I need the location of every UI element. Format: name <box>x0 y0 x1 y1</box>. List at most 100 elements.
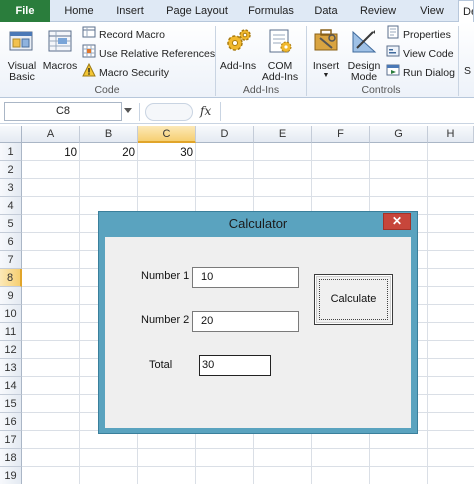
macro-security-label: Macro Security <box>99 66 170 79</box>
row-header-9[interactable]: 9 <box>0 287 22 305</box>
insert-function-icon[interactable]: fx <box>200 104 211 118</box>
tab-review[interactable]: Review <box>352 0 404 22</box>
row-gridline <box>22 178 474 179</box>
add-ins-group-label: Add-Ins <box>242 84 280 96</box>
row-header-17[interactable]: 17 <box>0 431 22 449</box>
ribbon-overflow-item[interactable]: S <box>464 62 471 80</box>
use-relative-references-button[interactable]: Use Relative References <box>82 44 215 62</box>
calculator-dialog: Calculator ✕ Number 1 10 Number 2 20 Tot… <box>98 211 418 434</box>
view-code-icon <box>386 44 400 64</box>
row-header-6[interactable]: 6 <box>0 233 22 251</box>
formula-bar-expander[interactable] <box>145 103 193 121</box>
view-code-button[interactable]: View Code <box>386 44 454 62</box>
row-header-14[interactable]: 14 <box>0 377 22 395</box>
column-header-f[interactable]: F <box>312 126 370 143</box>
row-header-1[interactable]: 1 <box>0 143 22 161</box>
design-mode-label: Design Mode <box>347 60 381 83</box>
tab-home[interactable]: Home <box>56 0 102 22</box>
visual-basic-icon <box>4 26 40 59</box>
properties-button[interactable]: Properties <box>386 25 451 43</box>
tab-insert[interactable]: Insert <box>106 0 154 22</box>
row-header-18[interactable]: 18 <box>0 449 22 467</box>
ribbon-separator <box>458 26 459 96</box>
row-gridline <box>22 196 474 197</box>
ribbon-tab-bar: File Home Insert Page Layout Formulas Da… <box>0 0 474 23</box>
com-add-ins-icon <box>260 26 300 59</box>
warning-icon <box>82 62 96 83</box>
cell-a1[interactable]: 10 <box>22 144 80 162</box>
column-gridline <box>427 143 428 484</box>
row-header-12[interactable]: 12 <box>0 341 22 359</box>
controls-group-label: Controls <box>361 84 401 96</box>
column-header-c[interactable]: C <box>138 126 196 143</box>
tab-file[interactable]: File <box>0 0 50 22</box>
row-header-2[interactable]: 2 <box>0 161 22 179</box>
view-code-label: View Code <box>403 47 454 60</box>
insert-control-label: Insert <box>312 60 340 72</box>
row-header-4[interactable]: 4 <box>0 197 22 215</box>
column-header-d[interactable]: D <box>196 126 254 143</box>
column-header-h[interactable]: H <box>428 126 474 143</box>
macros-icon <box>42 26 78 59</box>
number1-input[interactable]: 10 <box>192 267 299 288</box>
insert-control-button[interactable]: Insert ▼ <box>308 26 344 80</box>
number1-label: Number 1 <box>141 270 190 282</box>
tab-view[interactable]: View <box>410 0 454 22</box>
row-gridline <box>22 466 474 467</box>
column-header-e[interactable]: E <box>254 126 312 143</box>
gear-icon <box>218 26 258 59</box>
visual-basic-button[interactable]: Visual Basic <box>4 26 40 83</box>
number2-label: Number 2 <box>141 314 190 326</box>
record-macro-button[interactable]: Record Macro <box>82 25 165 43</box>
row-header-3[interactable]: 3 <box>0 179 22 197</box>
macro-security-button[interactable]: Macro Security <box>82 62 170 83</box>
row-header-15[interactable]: 15 <box>0 395 22 413</box>
tab-developer[interactable]: Developer <box>458 0 474 23</box>
formula-input[interactable] <box>220 102 474 121</box>
visual-basic-label: Visual Basic <box>7 60 37 83</box>
run-dialog-label: Run Dialog <box>403 66 455 79</box>
row-gridline <box>22 448 474 449</box>
column-header-g[interactable]: G <box>370 126 428 143</box>
chevron-down-icon[interactable] <box>124 108 132 113</box>
toolbox-icon <box>308 26 344 59</box>
close-icon: ✕ <box>391 214 403 228</box>
row-header-5[interactable]: 5 <box>0 215 22 233</box>
number2-input[interactable]: 20 <box>192 311 299 332</box>
cell-b1[interactable]: 20 <box>80 144 138 162</box>
column-header-a[interactable]: A <box>22 126 80 143</box>
run-dialog-icon <box>386 63 400 83</box>
com-add-ins-label: COM Add-Ins <box>261 60 299 83</box>
design-mode-button[interactable]: Design Mode <box>346 26 382 83</box>
calculate-button[interactable]: Calculate <box>314 274 393 325</box>
design-mode-icon <box>346 26 382 59</box>
chevron-down-icon: ▼ <box>322 72 330 79</box>
add-ins-button[interactable]: Add-Ins <box>218 26 258 72</box>
column-gridline <box>79 143 80 484</box>
macros-label: Macros <box>42 60 78 72</box>
row-header-11[interactable]: 11 <box>0 323 22 341</box>
select-all-corner[interactable] <box>0 126 22 143</box>
tab-page-layout[interactable]: Page Layout <box>160 0 234 22</box>
close-button[interactable]: ✕ <box>383 213 411 230</box>
macros-button[interactable]: Macros <box>42 26 78 72</box>
dialog-body: Number 1 10 Number 2 20 Total 30 Calcula… <box>105 237 411 428</box>
total-output[interactable]: 30 <box>199 355 271 376</box>
cell-c1[interactable]: 30 <box>138 144 196 162</box>
com-add-ins-button[interactable]: COM Add-Ins <box>260 26 300 83</box>
name-box[interactable]: C8 <box>4 102 122 121</box>
tab-data[interactable]: Data <box>306 0 346 22</box>
row-header-10[interactable]: 10 <box>0 305 22 323</box>
row-header-16[interactable]: 16 <box>0 413 22 431</box>
properties-icon <box>386 25 400 45</box>
run-dialog-button[interactable]: Run Dialog <box>386 63 455 81</box>
row-header-19[interactable]: 19 <box>0 467 22 484</box>
column-header-b[interactable]: B <box>80 126 138 143</box>
formula-bar-divider <box>139 103 140 121</box>
tab-formulas[interactable]: Formulas <box>240 0 302 22</box>
row-header-7[interactable]: 7 <box>0 251 22 269</box>
row-header-8[interactable]: 8 <box>0 269 22 287</box>
relative-references-icon <box>82 44 96 64</box>
code-group-label: Code <box>94 84 120 96</box>
row-header-13[interactable]: 13 <box>0 359 22 377</box>
